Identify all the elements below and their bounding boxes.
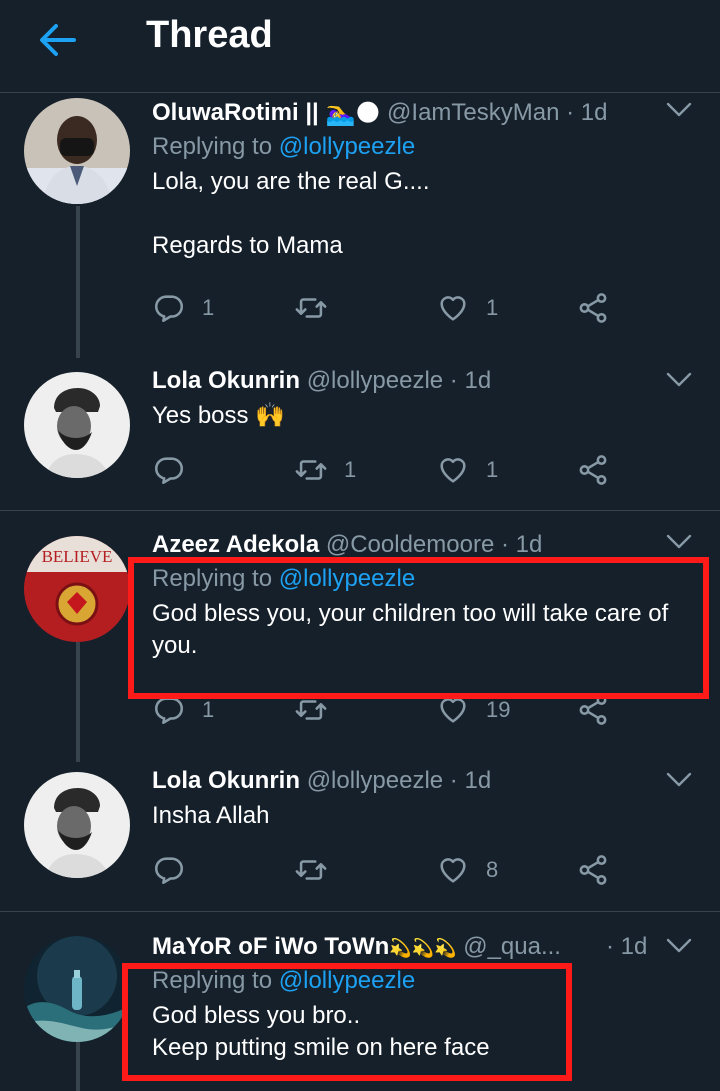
handle: @lollypeezle (306, 367, 444, 394)
reply-icon (152, 453, 186, 487)
chevron-down-icon[interactable] (666, 534, 692, 550)
share-icon (576, 291, 610, 325)
like-count: 1 (486, 295, 499, 320)
chevron-down-icon[interactable] (666, 102, 692, 118)
tweet-text: Insha Allah (152, 802, 270, 829)
display-name[interactable]: OluwaRotimi || (152, 99, 319, 126)
retweet-icon (294, 291, 328, 325)
tweet-actions: 8 (152, 850, 632, 890)
timestamp: 1d (515, 531, 543, 558)
tweet[interactable]: Lola Okunrin @lollypeezle · 1d Insha All… (0, 758, 720, 908)
retweet-button[interactable]: 1 (294, 450, 356, 490)
reply-icon (152, 291, 186, 325)
display-name[interactable]: MaYoR oF iWo ToWn (152, 933, 389, 960)
like-count: 1 (486, 457, 499, 482)
like-icon (436, 853, 470, 887)
like-count: 19 (486, 697, 511, 722)
avatar-text: BELIEVE (42, 547, 113, 566)
avatar[interactable] (24, 98, 130, 204)
separator-dot: · (606, 933, 614, 960)
handle: @IamTeskyMan (387, 99, 560, 126)
avatar[interactable] (24, 936, 130, 1042)
chevron-down-icon[interactable] (666, 772, 692, 788)
share-button[interactable] (576, 288, 610, 328)
avatar[interactable]: BELIEVE (24, 536, 130, 642)
share-button[interactable] (576, 450, 610, 490)
tweet-text: Lola, you are the real G.... Regards to … (152, 168, 430, 259)
handle: @Cooldemoore (325, 531, 495, 558)
separator-dot: · (566, 99, 575, 126)
retweet-button[interactable] (294, 288, 344, 328)
separator-dot: · (500, 531, 509, 558)
top-bar: Thread (0, 0, 720, 93)
page-title: Thread (146, 14, 273, 56)
reply-button[interactable] (152, 450, 202, 490)
tweet-text: Yes boss 🙌 (152, 402, 286, 429)
reply-count: 1 (202, 295, 215, 320)
handle: @_qua... (463, 933, 561, 960)
separator-dot: · (449, 367, 458, 394)
like-button[interactable]: 1 (436, 288, 498, 328)
divider (0, 510, 720, 511)
tweet[interactable]: OluwaRotimi || 🏊‍♀️🌑 @IamTeskyMan · 1d R… (0, 92, 720, 352)
timestamp: 1d (464, 367, 492, 394)
share-icon (576, 853, 610, 887)
tweet-actions: 1 1 (152, 450, 632, 490)
like-count: 8 (486, 857, 499, 882)
retweet-icon (294, 453, 328, 487)
replying-to-label: Replying to (152, 133, 273, 160)
share-button[interactable] (576, 850, 610, 890)
timestamp: 1d (464, 767, 492, 794)
red-highlight-box (122, 963, 572, 1081)
share-icon (576, 453, 610, 487)
timestamp: 1d (620, 933, 648, 960)
reply-count: 1 (202, 697, 215, 722)
avatar[interactable] (24, 772, 130, 878)
chevron-down-icon[interactable] (666, 372, 692, 388)
display-name[interactable]: Azeez Adekola (152, 531, 319, 558)
reply-button[interactable]: 1 (152, 288, 214, 328)
reply-button[interactable] (152, 850, 202, 890)
like-button[interactable]: 8 (436, 850, 498, 890)
replying-to: Replying to @lollypeezle (152, 132, 700, 162)
name-emoji: 🏊‍♀️🌑 (325, 99, 381, 127)
avatar[interactable] (24, 372, 130, 478)
like-button[interactable]: 1 (436, 450, 498, 490)
like-icon (436, 291, 470, 325)
retweet-button[interactable] (294, 850, 344, 890)
name-emoji: 💫💫💫 (389, 937, 457, 958)
retweet-icon (294, 853, 328, 887)
mention-link[interactable]: @lollypeezle (279, 133, 415, 160)
divider (0, 911, 720, 912)
like-icon (436, 453, 470, 487)
retweet-count: 1 (344, 457, 357, 482)
timestamp: 1d (580, 99, 608, 126)
display-name[interactable]: Lola Okunrin (152, 767, 300, 794)
reply-icon (152, 853, 186, 887)
chevron-down-icon[interactable] (666, 938, 692, 954)
tweet[interactable]: Lola Okunrin @lollypeezle · 1d Yes boss … (0, 358, 720, 508)
handle: @lollypeezle (306, 767, 444, 794)
display-name[interactable]: Lola Okunrin (152, 367, 300, 394)
red-highlight-box (128, 557, 709, 699)
separator-dot: · (449, 767, 458, 794)
tweet-actions: 1 1 (152, 288, 632, 328)
back-arrow-icon[interactable] (38, 22, 78, 58)
